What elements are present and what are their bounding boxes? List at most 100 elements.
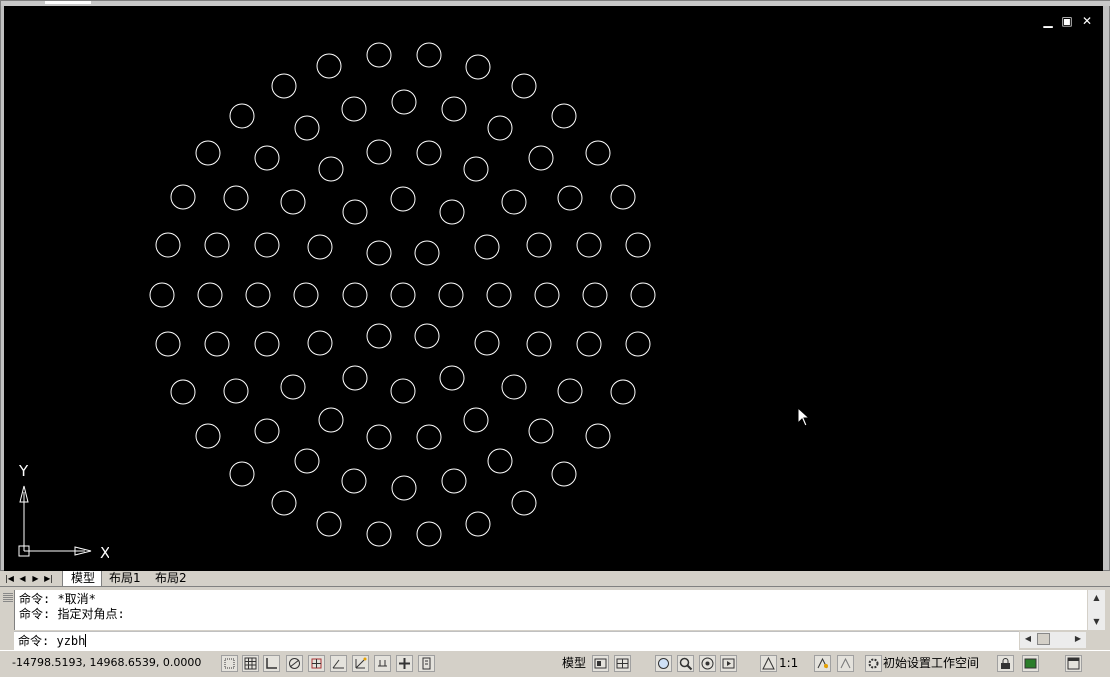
drawn-circle[interactable]	[245, 282, 271, 308]
drawn-circle[interactable]	[280, 374, 306, 400]
coordinate-display[interactable]: -14798.5193, 14968.6539, 0.0000	[12, 656, 201, 669]
drawn-circle[interactable]	[438, 282, 464, 308]
drawn-circle[interactable]	[557, 378, 583, 404]
drawn-circle[interactable]	[557, 185, 583, 211]
ortho-icon[interactable]	[263, 655, 280, 672]
drawn-circle[interactable]	[576, 331, 602, 357]
drawn-circle[interactable]	[366, 521, 392, 547]
drawn-circle[interactable]	[254, 418, 280, 444]
first-tab-nav-icon[interactable]: |◀	[4, 572, 15, 585]
minimize-icon[interactable]: ▁	[1040, 14, 1056, 28]
layout-icon[interactable]	[592, 655, 609, 672]
drawn-circle[interactable]	[528, 418, 554, 444]
drawn-circle[interactable]	[342, 365, 368, 391]
lock-icon[interactable]	[997, 655, 1014, 672]
steering-wheel-icon[interactable]	[699, 655, 716, 672]
osnap-icon[interactable]	[308, 655, 325, 672]
drawn-circle[interactable]	[439, 199, 465, 225]
scroll-thumb[interactable]	[1037, 633, 1050, 645]
drawn-circle[interactable]	[465, 511, 491, 537]
drawn-circle[interactable]	[155, 331, 181, 357]
drawn-circle[interactable]	[487, 448, 513, 474]
command-grip-handle[interactable]	[3, 592, 13, 602]
drawn-circle[interactable]	[414, 323, 440, 349]
drawn-circle[interactable]	[511, 73, 537, 99]
drawn-circle[interactable]	[307, 234, 333, 260]
drawn-circle[interactable]	[416, 140, 442, 166]
drawn-circle[interactable]	[170, 379, 196, 405]
drawn-circle[interactable]	[204, 331, 230, 357]
drawn-circle[interactable]	[294, 115, 320, 141]
drawn-circle[interactable]	[316, 53, 342, 79]
drawn-circle[interactable]	[551, 461, 577, 487]
auto-scale-icon[interactable]	[837, 655, 854, 672]
drawn-circle[interactable]	[391, 475, 417, 501]
drawn-circle[interactable]	[149, 282, 175, 308]
drawn-circle[interactable]	[229, 461, 255, 487]
otrack-icon[interactable]	[330, 655, 347, 672]
close-icon[interactable]: ✕	[1079, 14, 1095, 28]
drawn-circle[interactable]	[204, 232, 230, 258]
drawn-circle[interactable]	[170, 184, 196, 210]
drawn-circle[interactable]	[610, 184, 636, 210]
drawn-circle[interactable]	[318, 156, 344, 182]
annotation-scale-value[interactable]: 1:1	[779, 655, 798, 672]
viewports-icon[interactable]	[614, 655, 631, 672]
clean-screen-icon[interactable]	[1065, 655, 1082, 672]
drawn-circle[interactable]	[366, 42, 392, 68]
active-document-tab[interactable]	[45, 1, 91, 4]
drawn-circle[interactable]	[390, 186, 416, 212]
drawn-circle[interactable]	[501, 189, 527, 215]
workspace-switch-label[interactable]: 初始设置工作空间	[883, 655, 979, 672]
drawn-circle[interactable]	[414, 240, 440, 266]
prev-tab-nav-icon[interactable]: ◀	[17, 572, 28, 585]
drawn-circle[interactable]	[585, 140, 611, 166]
workspace-icon[interactable]	[865, 655, 882, 672]
pan-icon[interactable]	[655, 655, 672, 672]
drawn-circle[interactable]	[630, 282, 656, 308]
drawn-circle[interactable]	[526, 232, 552, 258]
drawn-circle[interactable]	[366, 323, 392, 349]
drawn-circle[interactable]	[526, 331, 552, 357]
drawn-circle[interactable]	[195, 140, 221, 166]
drawn-circle[interactable]	[441, 468, 467, 494]
drawn-circle[interactable]	[229, 103, 255, 129]
drawn-circle[interactable]	[366, 240, 392, 266]
drawn-circle[interactable]	[463, 407, 489, 433]
command-input-value[interactable]: yzbh	[56, 634, 85, 648]
snap-icon[interactable]	[221, 655, 238, 672]
grid-icon[interactable]	[242, 655, 259, 672]
ducs-icon[interactable]	[352, 655, 369, 672]
last-tab-nav-icon[interactable]: ▶|	[43, 572, 54, 585]
drawn-circle[interactable]	[318, 407, 344, 433]
drawn-circle[interactable]	[366, 424, 392, 450]
drawn-circle[interactable]	[366, 139, 392, 165]
drawn-circle[interactable]	[486, 282, 512, 308]
drawn-circle[interactable]	[439, 365, 465, 391]
restore-icon[interactable]: ▣	[1059, 14, 1075, 28]
next-tab-nav-icon[interactable]: ▶	[30, 572, 41, 585]
drawn-circle[interactable]	[416, 424, 442, 450]
scroll-left-icon[interactable]: ◀	[1022, 633, 1034, 645]
drawn-circle[interactable]	[155, 232, 181, 258]
drawn-circle[interactable]	[474, 234, 500, 260]
drawn-circle[interactable]	[254, 232, 280, 258]
drawn-circle[interactable]	[195, 423, 221, 449]
dyn-icon[interactable]	[374, 655, 391, 672]
drawn-circle[interactable]	[582, 282, 608, 308]
drawing-canvas[interactable]: Y X	[4, 6, 1103, 571]
drawn-circle[interactable]	[280, 189, 306, 215]
drawn-circle[interactable]	[534, 282, 560, 308]
command-input-field[interactable]: 命令: yzbh	[14, 631, 1019, 650]
drawn-circle[interactable]	[416, 42, 442, 68]
drawn-circle[interactable]	[342, 282, 368, 308]
tab-layout1[interactable]: 布局1	[101, 571, 147, 587]
drawn-circle[interactable]	[625, 331, 651, 357]
drawn-circle[interactable]	[271, 73, 297, 99]
polar-icon[interactable]	[286, 655, 303, 672]
model-space-button[interactable]: 模型	[562, 655, 586, 672]
drawn-circle[interactable]	[625, 232, 651, 258]
drawn-circle[interactable]	[293, 282, 319, 308]
annotation-scale-icon[interactable]	[760, 655, 777, 672]
drawn-circle[interactable]	[390, 378, 416, 404]
